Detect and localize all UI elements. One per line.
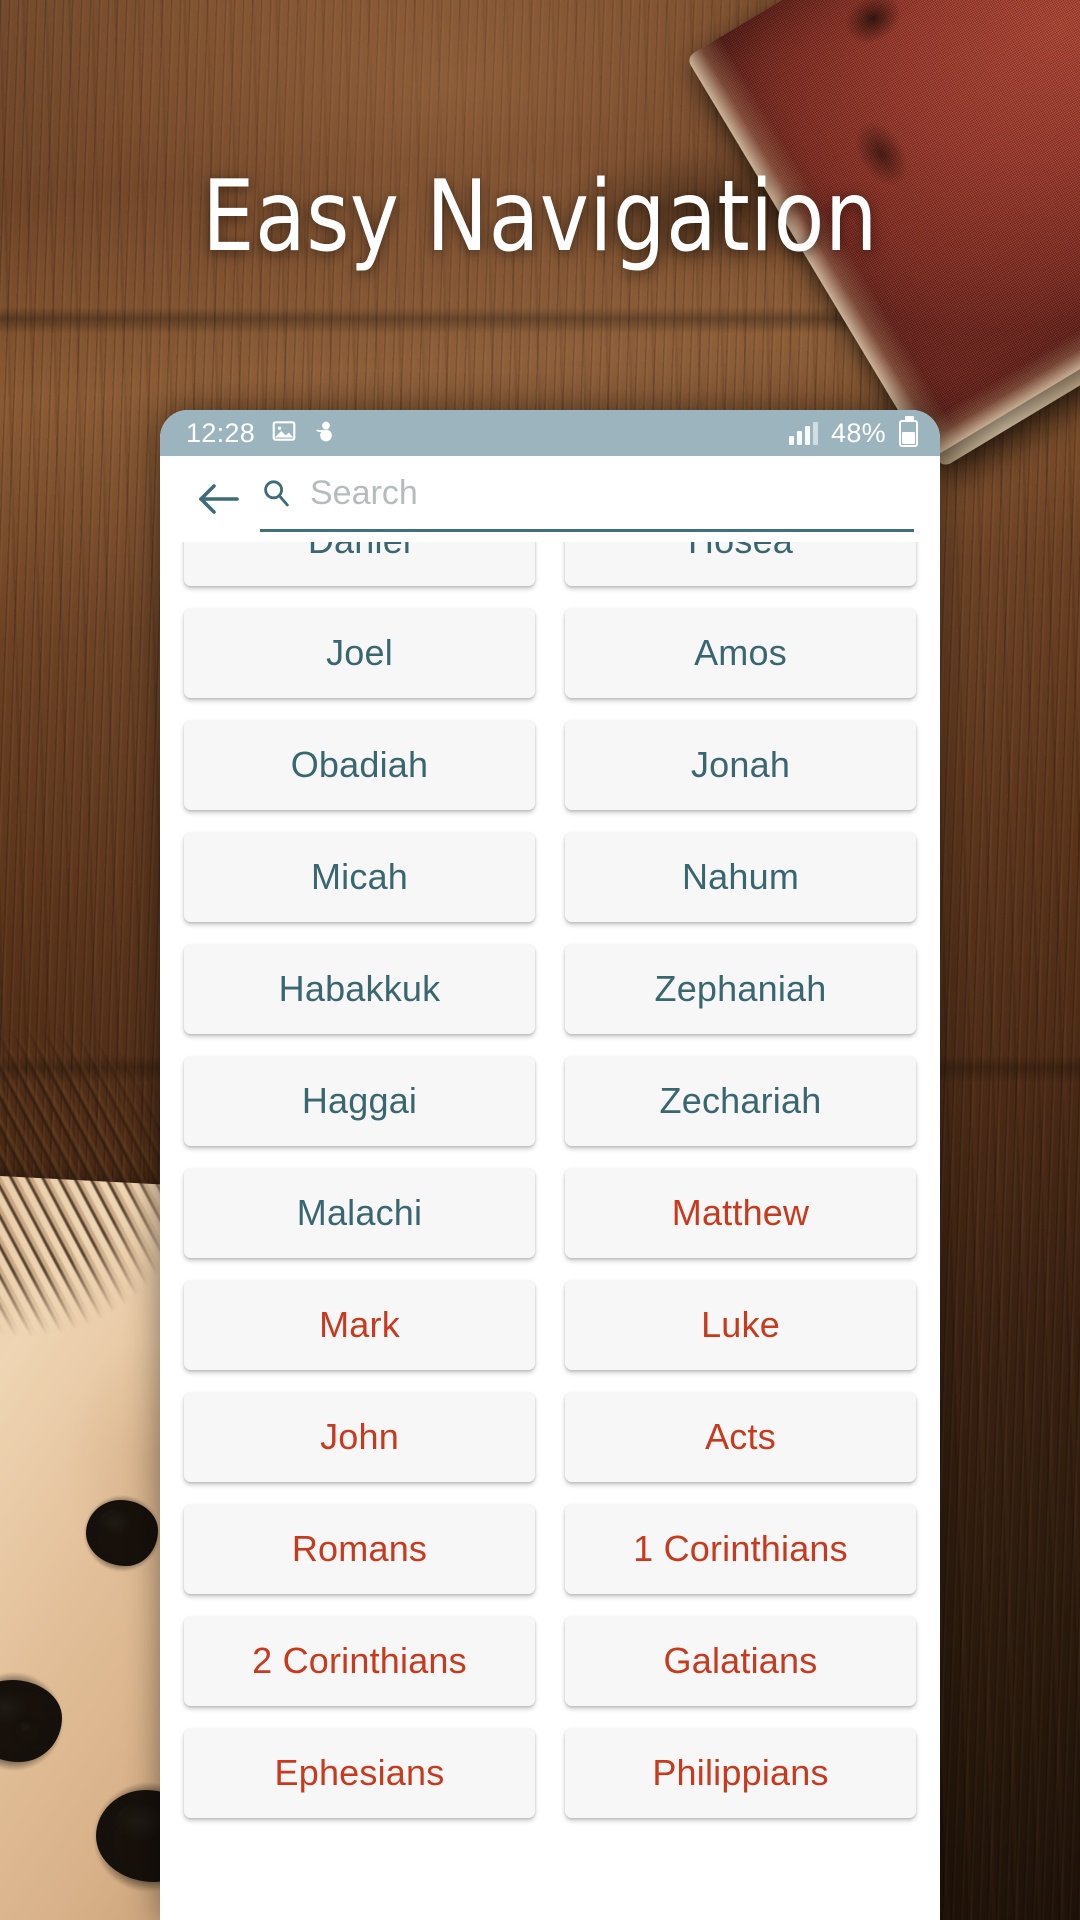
book-button[interactable]: Jonah: [565, 720, 916, 810]
search-field-wrapper[interactable]: [260, 466, 914, 532]
snowman-icon: [313, 418, 339, 449]
book-button[interactable]: Philippians: [565, 1728, 916, 1818]
book-button[interactable]: Luke: [565, 1280, 916, 1370]
status-bar-clock: 12:28: [186, 417, 256, 448]
book-button[interactable]: Haggai: [184, 1056, 535, 1146]
book-button[interactable]: Obadiah: [184, 720, 535, 810]
status-bar: 12:28 48%: [160, 410, 940, 456]
book-button[interactable]: Habakkuk: [184, 944, 535, 1034]
book-button[interactable]: 1 Corinthians: [565, 1504, 916, 1594]
book-grid: Daniel Hosea Joel Amos Obadiah Jonah Micah Nahu…: [160, 542, 940, 1818]
book-stain: [835, 0, 911, 54]
status-bar-right: 48%: [789, 415, 918, 449]
battery-percent-label: 48%: [831, 417, 886, 448]
book-button[interactable]: Daniel: [184, 542, 535, 586]
book-button[interactable]: Romans: [184, 1504, 535, 1594]
ink-splatter: [86, 1500, 158, 1566]
book-button[interactable]: Zechariah: [565, 1056, 916, 1146]
status-bar-left: 12:28: [186, 418, 339, 449]
back-arrow-icon[interactable]: [190, 471, 246, 527]
book-button[interactable]: Acts: [565, 1392, 916, 1482]
book-button[interactable]: Amos: [565, 608, 916, 698]
battery-icon: [899, 415, 918, 447]
image-icon: [271, 418, 297, 449]
book-button[interactable]: Micah: [184, 832, 535, 922]
book-button[interactable]: Joel: [184, 608, 535, 698]
book-button[interactable]: Ephesians: [184, 1728, 535, 1818]
book-button[interactable]: Mark: [184, 1280, 535, 1370]
search-input[interactable]: [310, 466, 914, 525]
book-button[interactable]: John: [184, 1392, 535, 1482]
book-button[interactable]: Galatians: [565, 1616, 916, 1706]
book-button[interactable]: Nahum: [565, 832, 916, 922]
search-icon: [260, 477, 292, 514]
signal-bars-icon: [789, 421, 819, 445]
app-search-bar: [160, 456, 940, 542]
ink-splatter: [14, 1718, 42, 1744]
book-button[interactable]: 2 Corinthians: [184, 1616, 535, 1706]
book-button[interactable]: Matthew: [565, 1168, 916, 1258]
book-button[interactable]: Malachi: [184, 1168, 535, 1258]
book-list-scroll-area[interactable]: Daniel Hosea Joel Amos Obadiah Jonah Micah Nahu…: [160, 542, 940, 1920]
phone-mockup: 12:28 48% Search Joel Amos Obadiah Jonah…: [160, 410, 940, 1920]
promo-heading: Easy Navigation: [202, 160, 878, 274]
book-button[interactable]: Hosea: [565, 542, 916, 586]
book-button[interactable]: Zephaniah: [565, 944, 916, 1034]
